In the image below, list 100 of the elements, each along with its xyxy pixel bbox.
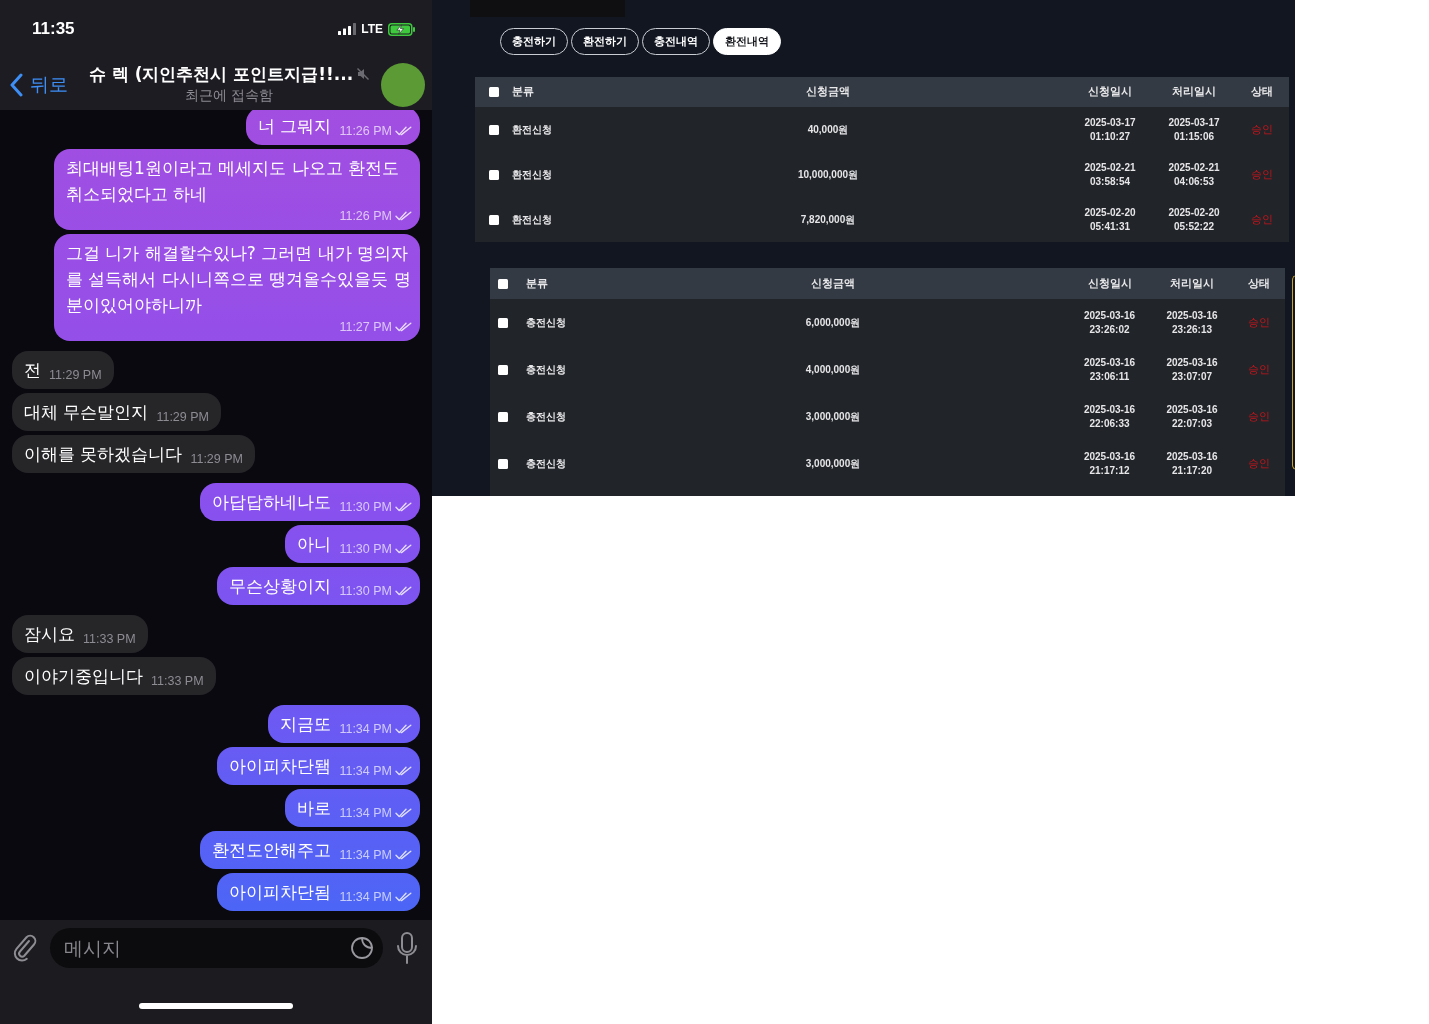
- message-text: 이해를 못하겠습니다: [24, 443, 183, 466]
- tab[interactable]: 환전내역: [713, 28, 781, 55]
- column-header: 신청일시: [1088, 85, 1132, 99]
- message-time: 11:34 PM: [339, 763, 392, 779]
- battery-charging-icon: [388, 22, 415, 36]
- column-header: 신청금액: [811, 276, 855, 291]
- message-text: 그걸 니가 해결할수있나? 그러면 내가 명의자를 설득해서 다시니쪽으로 땡겨올수있을듯 명분이있어야하니까: [66, 242, 412, 317]
- processed-datetime: 2025-03-16 22:07:03: [1165, 402, 1219, 431]
- message-text: 아답답하네나도: [212, 491, 332, 514]
- message-time: 11:34 PM: [339, 889, 392, 905]
- row-checkbox[interactable]: [489, 169, 499, 180]
- request-datetime: 2025-03-16 22:06:33: [1082, 402, 1137, 431]
- row-checkbox[interactable]: [489, 124, 499, 135]
- message-time: 11:30 PM: [339, 499, 392, 515]
- processed-datetime: 2025-03-16 23:07:07: [1165, 355, 1219, 384]
- select-all-checkbox[interactable]: [498, 278, 508, 289]
- amount-text: 7,820,000원: [800, 212, 856, 227]
- message-time: 11:29 PM: [49, 367, 102, 383]
- message-time: 11:33 PM: [151, 673, 204, 689]
- request-datetime: 2025-03-16 23:06:11: [1082, 355, 1137, 384]
- message-text: 이야기중입니다: [24, 665, 143, 688]
- status-time: 11:35: [32, 19, 75, 39]
- column-header: 처리일시: [1172, 85, 1216, 99]
- message-time: 11:34 PM: [339, 805, 392, 821]
- message-time: 11:29 PM: [190, 451, 243, 467]
- back-button[interactable]: 뒤로: [9, 72, 81, 98]
- status-label: 승인: [1248, 456, 1270, 471]
- column-header: 분류: [512, 85, 534, 99]
- message-text: 대체 무슨말인지: [24, 401, 149, 424]
- request-datetime: 2025-03-17 01:10:27: [1083, 115, 1137, 144]
- status-label: 승인: [1251, 212, 1273, 227]
- amount-text: 3,000,000원: [805, 456, 861, 471]
- processed-datetime: 2025-03-17 01:15:06: [1167, 115, 1221, 144]
- signal-icon: [338, 23, 357, 35]
- message-time: 11:30 PM: [339, 583, 392, 599]
- processed-datetime: 2025-02-20 05:52:22: [1167, 205, 1221, 234]
- column-header: 상태: [1251, 85, 1273, 99]
- network-label: LTE: [361, 22, 383, 36]
- amount-text: 3,000,000원: [805, 409, 861, 424]
- column-header: 상태: [1248, 276, 1270, 291]
- message-text: 최대배팅1원이라고 메세지도 나오고 환전도 취소되었다고 하네: [66, 157, 401, 206]
- message-text: 아이피차단됌: [229, 755, 332, 778]
- processed-datetime: 2025-02-21 04:06:53: [1167, 160, 1221, 189]
- message-text: 잠시요: [24, 623, 75, 646]
- message-time: 11:30 PM: [339, 541, 392, 557]
- select-all-checkbox[interactable]: [489, 87, 499, 97]
- row-checkbox[interactable]: [498, 458, 508, 469]
- request-datetime: 2025-03-16 21:17:12: [1082, 449, 1137, 478]
- category-text: 충전신청: [526, 409, 566, 424]
- category-text: 환전신청: [512, 212, 552, 227]
- column-header: 분류: [526, 276, 548, 291]
- category-text: 환전신청: [512, 122, 552, 137]
- message-text: 바로: [297, 797, 332, 820]
- request-datetime: 2025-03-16 23:26:02: [1082, 308, 1137, 337]
- request-datetime: 2025-02-20 05:41:31: [1083, 205, 1137, 234]
- message-time: 11:26 PM: [339, 208, 392, 224]
- status-label: 승인: [1251, 167, 1273, 182]
- last-seen-status: 최근에 접속함: [184, 86, 274, 104]
- row-checkbox[interactable]: [498, 411, 508, 422]
- amount-text: 4,000,000원: [805, 362, 861, 377]
- message-text: 무슨상황이지: [229, 575, 332, 598]
- message-time: 11:34 PM: [339, 721, 392, 737]
- status-label: 승인: [1248, 362, 1270, 377]
- row-checkbox[interactable]: [498, 364, 508, 375]
- microphone-icon[interactable]: [396, 932, 418, 964]
- message-time: 11:34 PM: [339, 847, 392, 863]
- paperclip-icon[interactable]: [12, 934, 38, 962]
- message-input[interactable]: 메시지: [50, 928, 383, 968]
- category-text: 충전신청: [526, 315, 566, 330]
- message-text: 환전도안해주고: [212, 839, 332, 862]
- row-checkbox[interactable]: [498, 317, 508, 328]
- chevron-left-icon: [9, 73, 23, 97]
- sticker-icon[interactable]: [350, 936, 374, 960]
- processed-datetime: 2025-03-16 23:26:13: [1165, 308, 1219, 337]
- category-text: 충전신청: [526, 456, 566, 471]
- status-label: 승인: [1248, 409, 1270, 424]
- column-header: 처리일시: [1170, 276, 1214, 291]
- row-checkbox[interactable]: [489, 214, 499, 225]
- message-time: 11:26 PM: [339, 123, 392, 139]
- message-time: 11:33 PM: [83, 631, 136, 647]
- amount-text: 6,000,000원: [805, 315, 861, 330]
- message-text: 아니: [297, 533, 332, 556]
- message-text: 지금또: [280, 713, 332, 736]
- processed-datetime: 2025-03-16 21:17:20: [1165, 449, 1219, 478]
- column-header: 신청일시: [1087, 276, 1132, 291]
- category-text: 충전신청: [526, 362, 566, 377]
- message-time: 11:27 PM: [339, 319, 392, 335]
- status-label: 승인: [1251, 122, 1273, 137]
- message-text: 너 그뭐지: [258, 115, 332, 138]
- chat-title: 슈 렉 (지인추천시 포인트지급!!...: [88, 63, 354, 86]
- avatar-placeholder[interactable]: [381, 63, 425, 107]
- request-datetime: 2025-02-21 03:58:54: [1083, 160, 1137, 189]
- message-time: 11:29 PM: [156, 409, 209, 425]
- message-text: 전: [24, 359, 41, 382]
- amount-text: 40,000원: [807, 122, 849, 137]
- amount-text: 10,000,000원: [797, 167, 859, 182]
- message-text: 아이피차단됨: [229, 881, 332, 904]
- status-label: 승인: [1248, 315, 1270, 330]
- column-header: 신청금액: [806, 85, 850, 99]
- category-text: 환전신청: [512, 167, 552, 182]
